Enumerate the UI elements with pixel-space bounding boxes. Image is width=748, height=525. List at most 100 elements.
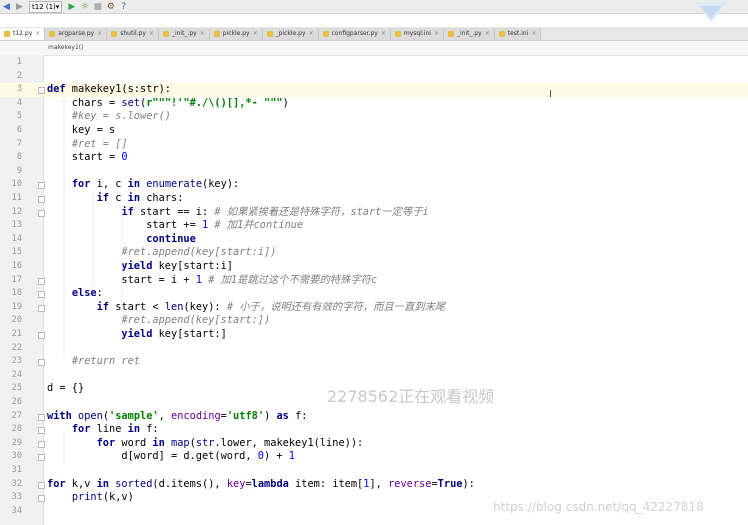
close-icon[interactable]: × bbox=[434, 28, 439, 40]
line-number: 5 bbox=[16, 111, 22, 122]
file-type-icon bbox=[111, 31, 118, 37]
code-token: i, c bbox=[90, 178, 128, 191]
code-token: : bbox=[96, 287, 103, 300]
line-number: 27 bbox=[11, 410, 22, 421]
close-icon[interactable]: × bbox=[309, 28, 314, 40]
help-icon[interactable]: ? bbox=[117, 1, 130, 13]
stop-icon[interactable]: ■ bbox=[91, 1, 104, 13]
fold-marker-icon[interactable] bbox=[38, 495, 45, 503]
run-icon[interactable]: ▶ bbox=[65, 1, 78, 13]
code-token: for bbox=[47, 477, 66, 490]
line-number: 13 bbox=[11, 220, 22, 231]
tab-test-ini[interactable]: test.ini × bbox=[494, 28, 542, 40]
tab--init-py[interactable]: _init_.py × bbox=[158, 28, 210, 40]
settings-icon[interactable]: ⚙ bbox=[104, 1, 117, 13]
code-text: def makekey1(s:str): bbox=[47, 83, 171, 97]
close-icon[interactable]: × bbox=[200, 28, 205, 40]
code-token: (key): bbox=[183, 300, 227, 313]
code-line: 15 #ret.append(key[start:i]) bbox=[0, 246, 748, 260]
code-text: d = {} bbox=[47, 382, 84, 396]
code-line: 19 if start < len(key): # 小于，说明还有有效的字符，而… bbox=[0, 301, 748, 315]
back-icon[interactable]: ◀ bbox=[0, 1, 13, 13]
code-line: 10 for i, c in enumerate(key): bbox=[0, 178, 748, 192]
fold-marker-icon[interactable] bbox=[38, 304, 45, 312]
forward-icon[interactable]: ▶ bbox=[13, 1, 26, 13]
fold-marker-icon[interactable] bbox=[38, 413, 45, 421]
close-icon[interactable]: × bbox=[253, 28, 258, 40]
fold-marker-icon[interactable] bbox=[38, 209, 45, 217]
viewer-count-overlay: 2278562正在观看视频 bbox=[327, 387, 495, 406]
file-type-icon bbox=[49, 31, 56, 37]
code-token: key = s bbox=[47, 124, 116, 136]
close-icon[interactable]: × bbox=[35, 28, 40, 40]
code-token: str bbox=[195, 436, 215, 449]
code-text: start += 1 # 加1并continue bbox=[47, 219, 303, 233]
chevron-down-icon: ▾ bbox=[55, 2, 60, 11]
close-icon[interactable]: × bbox=[531, 28, 536, 40]
code-token: open bbox=[78, 409, 103, 422]
tab-label: _init_.py bbox=[171, 30, 197, 37]
close-icon[interactable]: × bbox=[149, 28, 154, 40]
code-text: key = s bbox=[47, 124, 115, 138]
tab--pickle-py[interactable]: _pickle.py × bbox=[262, 28, 319, 40]
code-line: 6 key = s bbox=[0, 124, 748, 138]
code-text: #ret.append(key[start:i]) bbox=[47, 246, 276, 260]
run-config-label: t12 (1) bbox=[32, 2, 56, 11]
run-config-select[interactable]: t12 (1) ▾ bbox=[29, 0, 63, 13]
line-number: 25 bbox=[11, 383, 22, 394]
fold-marker-icon[interactable] bbox=[38, 440, 45, 448]
code-token: for bbox=[71, 423, 91, 436]
code-token: start == i: bbox=[133, 205, 215, 218]
fold-marker-icon[interactable] bbox=[38, 291, 45, 299]
debug-icon[interactable]: ☼ bbox=[78, 1, 91, 13]
code-token: start += bbox=[47, 219, 202, 232]
code-text: #key = s.lower() bbox=[47, 110, 171, 124]
fold-marker-icon[interactable] bbox=[38, 427, 45, 435]
tab-t12-py[interactable]: t12.py × bbox=[0, 28, 46, 40]
tab-shutil-py[interactable]: shutil.py × bbox=[107, 28, 159, 40]
code-token: # 加1并continue bbox=[214, 219, 304, 232]
code-line: 4 chars = set(r"""!'"#./\()[],*- """) bbox=[0, 97, 748, 111]
close-icon[interactable]: × bbox=[381, 28, 386, 40]
tab-configparser-py[interactable]: configparser.py × bbox=[318, 28, 391, 40]
code-line: 2 bbox=[0, 70, 748, 84]
tab--init-py[interactable]: _init_.py × bbox=[443, 28, 495, 40]
line-number: 2 bbox=[16, 70, 22, 81]
fold-marker-icon[interactable] bbox=[38, 87, 45, 95]
code-editor[interactable]: 1 2 3 def makekey1(s:str): 4 chars = set(r""… bbox=[0, 55, 748, 525]
fold-marker-icon[interactable] bbox=[38, 332, 45, 339]
tab-argparse-py[interactable]: argparse.py × bbox=[45, 28, 108, 40]
fold-marker-icon[interactable] bbox=[38, 454, 45, 462]
line-number: 14 bbox=[11, 233, 22, 244]
code-token: in bbox=[127, 423, 141, 436]
code-token: print bbox=[71, 491, 103, 504]
tab-label: t12.py bbox=[13, 30, 33, 37]
close-icon[interactable]: × bbox=[97, 28, 102, 40]
line-number: 33 bbox=[11, 492, 22, 503]
line-number: 26 bbox=[11, 397, 22, 407]
code-line: 14 continue bbox=[0, 233, 748, 247]
fold-marker-icon[interactable] bbox=[38, 196, 45, 203]
close-icon[interactable]: × bbox=[485, 28, 490, 40]
breadcrumb-label: makekey1() bbox=[48, 44, 84, 51]
tab-mysql-ini[interactable]: mysql.ini × bbox=[390, 28, 444, 40]
code-token: enumerate bbox=[146, 178, 203, 191]
code-token: yield bbox=[121, 260, 153, 272]
code-token: continue bbox=[146, 232, 196, 245]
tab-label: argparse.py bbox=[58, 30, 95, 37]
fold-marker-icon[interactable] bbox=[38, 359, 45, 367]
tab-pickle-py[interactable]: pickle.py × bbox=[209, 28, 263, 40]
code-line: 22 bbox=[0, 342, 748, 356]
code-token: chars = bbox=[47, 96, 122, 109]
code-line: 27 with open('sample', encoding='utf8') a… bbox=[0, 410, 748, 424]
code-line: 24 bbox=[0, 369, 748, 383]
code-token: # 如果紧挨着还是特殊字符，start一定等于i bbox=[214, 205, 429, 218]
fold-marker-icon[interactable] bbox=[38, 182, 45, 190]
fold-marker-icon[interactable] bbox=[38, 481, 45, 489]
fold-marker-icon[interactable] bbox=[38, 277, 45, 285]
code-token: (d.items(), bbox=[152, 477, 227, 490]
code-token: start < bbox=[109, 300, 165, 313]
